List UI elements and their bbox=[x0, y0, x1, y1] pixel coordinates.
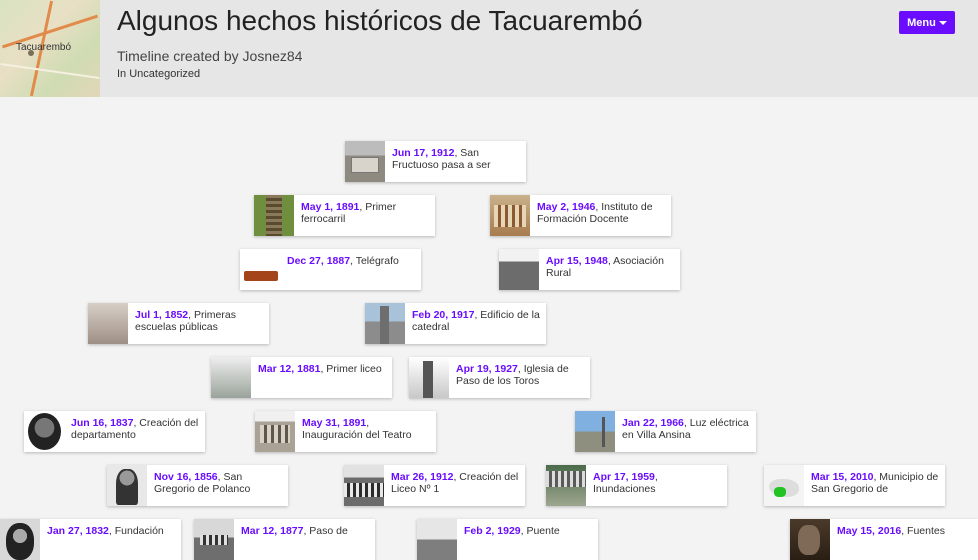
event-image bbox=[0, 519, 40, 560]
event-image bbox=[211, 357, 251, 398]
timeline-event-card[interactable]: Jan 22, 1966, Luz eléctrica en Villa Ans… bbox=[575, 411, 756, 452]
event-title: , Fundación bbox=[108, 525, 164, 537]
event-date: Nov 16, 1856 bbox=[154, 471, 218, 483]
timeline-category[interactable]: In Uncategorized bbox=[117, 68, 200, 80]
event-date: Apr 19, 1927 bbox=[456, 363, 518, 375]
event-date: Mar 12, 1881 bbox=[258, 363, 321, 375]
timeline-event-card[interactable]: Feb 2, 1929, Puente bbox=[417, 519, 598, 560]
timeline-event-card[interactable]: Nov 16, 1856, San Gregorio de Polanco bbox=[107, 465, 288, 506]
event-date: May 15, 2016 bbox=[837, 525, 902, 537]
event-image bbox=[240, 249, 280, 290]
event-date: Jul 1, 1852 bbox=[135, 309, 189, 321]
timeline-event-card[interactable]: May 15, 2016, Fuentes bbox=[790, 519, 978, 560]
menu-button-label: Menu bbox=[907, 16, 936, 29]
event-image bbox=[24, 411, 64, 452]
event-date: Dec 27, 1887 bbox=[287, 255, 351, 267]
timeline-event-card[interactable]: Jun 16, 1837, Creación del departamento bbox=[24, 411, 205, 452]
event-image bbox=[365, 303, 405, 344]
timeline-header: Tacuarembó Algunos hechos históricos de … bbox=[0, 0, 978, 97]
event-date: Mar 26, 1912 bbox=[391, 471, 454, 483]
event-date: May 31, 1891 bbox=[302, 417, 367, 429]
timeline-event-card[interactable]: Mar 12, 1881, Primer liceo bbox=[211, 357, 392, 398]
timeline-event-card[interactable]: May 1, 1891, Primer ferrocarril bbox=[254, 195, 435, 236]
event-title: , Primer liceo bbox=[320, 363, 382, 375]
event-date: May 2, 1946 bbox=[537, 201, 596, 213]
event-image bbox=[255, 411, 295, 452]
event-image bbox=[194, 519, 234, 560]
event-title: , Paso de bbox=[303, 525, 348, 537]
event-date: Feb 20, 1917 bbox=[412, 309, 475, 321]
timeline-event-card[interactable]: Apr 19, 1927, Iglesia de Paso de los Tor… bbox=[409, 357, 590, 398]
event-image bbox=[546, 465, 586, 506]
event-image bbox=[490, 195, 530, 236]
event-image bbox=[417, 519, 457, 560]
timeline-event-card[interactable]: Dec 27, 1887, Telégrafo bbox=[240, 249, 421, 290]
timeline-cover-map-image: Tacuarembó bbox=[0, 0, 100, 97]
event-image bbox=[344, 465, 384, 506]
event-image bbox=[254, 195, 294, 236]
event-date: May 1, 1891 bbox=[301, 201, 360, 213]
event-date: Feb 2, 1929 bbox=[464, 525, 521, 537]
event-image bbox=[499, 249, 539, 290]
event-date: Apr 15, 1948 bbox=[546, 255, 608, 267]
timeline-author: Timeline created by Josnez84 bbox=[117, 48, 303, 64]
timeline-event-card[interactable]: May 31, 1891, Inauguración del Teatro bbox=[255, 411, 436, 452]
timeline-event-card[interactable]: Jan 27, 1832, Fundación bbox=[0, 519, 181, 560]
event-date: Jun 17, 1912 bbox=[392, 147, 455, 159]
event-image bbox=[345, 141, 385, 182]
menu-button[interactable]: Menu bbox=[899, 11, 955, 34]
timeline-event-card[interactable]: Apr 17, 1959, Inundaciones bbox=[546, 465, 727, 506]
timeline-event-card[interactable]: Apr 15, 1948, Asociación Rural bbox=[499, 249, 680, 290]
event-image bbox=[764, 465, 804, 506]
event-date: Mar 15, 2010 bbox=[811, 471, 874, 483]
timeline-event-card[interactable]: Jul 1, 1852, Primeras escuelas públicas bbox=[88, 303, 269, 344]
event-title: , Puente bbox=[520, 525, 560, 537]
timeline-event-card[interactable]: Jun 17, 1912, San Fructuoso pasa a ser bbox=[345, 141, 526, 182]
event-date: Jan 22, 1966 bbox=[622, 417, 684, 429]
timeline-event-card[interactable]: Mar 12, 1877, Paso de bbox=[194, 519, 375, 560]
event-date: Jun 16, 1837 bbox=[71, 417, 134, 429]
timeline-event-card[interactable]: May 2, 1946, Instituto de Formación Doce… bbox=[490, 195, 671, 236]
event-date: Mar 12, 1877 bbox=[241, 525, 304, 537]
event-image bbox=[107, 465, 147, 506]
event-image bbox=[575, 411, 615, 452]
event-date: Jan 27, 1832 bbox=[47, 525, 109, 537]
event-date: Apr 17, 1959 bbox=[593, 471, 655, 483]
event-image bbox=[88, 303, 128, 344]
event-title: , Fuentes bbox=[901, 525, 945, 537]
timeline-event-card[interactable]: Mar 26, 1912, Creación del Liceo Nº 1 bbox=[344, 465, 525, 506]
event-image bbox=[790, 519, 830, 560]
event-image bbox=[409, 357, 449, 398]
timeline-event-card[interactable]: Feb 20, 1917, Edificio de la catedral bbox=[365, 303, 546, 344]
page-title: Algunos hechos históricos de Tacuarembó bbox=[117, 5, 643, 36]
timeline-event-card[interactable]: Mar 15, 2010, Municipio de San Gregorio … bbox=[764, 465, 945, 506]
event-title: , Telégrafo bbox=[350, 255, 399, 267]
map-label: Tacuarembó bbox=[16, 42, 72, 53]
caret-down-icon bbox=[938, 21, 947, 25]
